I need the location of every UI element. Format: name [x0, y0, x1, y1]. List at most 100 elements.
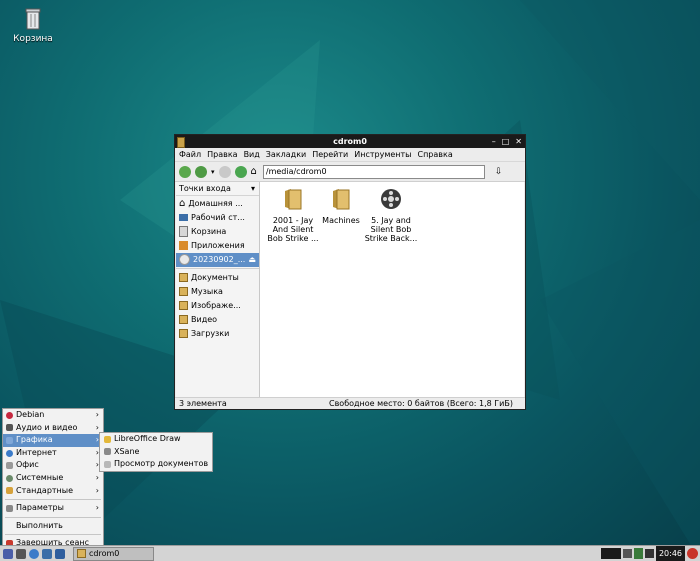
chevron-down-icon[interactable]: ▾ [251, 182, 255, 195]
sidebar-item-label: Документы [191, 272, 239, 282]
menu-item-label: Просмотр документов [114, 459, 209, 469]
sidebar-item-trash[interactable]: Корзина [176, 224, 259, 238]
folder-icon [179, 300, 188, 310]
menu-item-office[interactable]: Офис › [3, 459, 103, 472]
submenu-item-libreoffice-draw[interactable]: LibreOffice Draw [100, 433, 212, 446]
menu-item-debian[interactable]: Debian › [3, 409, 103, 422]
document-viewer-icon [104, 460, 111, 468]
chevron-right-icon: › [95, 485, 99, 495]
start-menu: Debian › Аудио и видео › Графика › Интернет… [2, 408, 104, 551]
menu-item-label: Системные [16, 472, 64, 482]
forward-arrow-icon[interactable] [195, 165, 207, 178]
sidebar-item-label: Приложения [191, 241, 245, 251]
sidebar-item-documents[interactable]: Документы [176, 270, 259, 284]
volume-icon[interactable] [644, 549, 654, 558]
menu-item-settings[interactable]: Параметры › [3, 502, 103, 515]
menu-item-internet[interactable]: Интернет › [3, 447, 103, 460]
sidebar-header-label: Точки входа [179, 184, 231, 193]
sidebar-item-label: Загрузки [191, 329, 230, 339]
menu-item-graphics[interactable]: Графика › [3, 434, 103, 447]
go-icon[interactable]: ⇩ [495, 167, 503, 177]
menu-item-label: Офис [16, 460, 39, 470]
window-titlebar[interactable]: cdrom0 – □ ✕ [175, 135, 525, 148]
sidebar-item-music[interactable]: Музыка [176, 284, 259, 298]
sidebar-item-label: Изображе... [191, 300, 241, 310]
chevron-right-icon: › [95, 503, 99, 513]
minimize-icon[interactable]: – [492, 135, 496, 148]
menu-bookmarks[interactable]: Закладки [266, 148, 306, 161]
file-item[interactable]: 5. Jay and Silent Bob Strike Back... [363, 187, 419, 243]
menu-item-system[interactable]: Системные › [3, 472, 103, 485]
system-tray: 20:46 [600, 546, 700, 561]
sidebar-header[interactable]: Точки входа ▾ [176, 182, 259, 196]
submenu-item-xsane[interactable]: XSane [100, 446, 212, 459]
home-icon[interactable]: ⌂ [251, 166, 257, 177]
sidebar-item-downloads[interactable]: Загрузки [176, 327, 259, 341]
clipboard-icon[interactable] [633, 548, 643, 559]
menu-divider [5, 499, 101, 501]
sidebar-item-videos[interactable]: Видео [176, 313, 259, 327]
folder-icon [177, 137, 185, 148]
graphics-submenu: LibreOffice Draw XSane Просмотр документ… [99, 432, 213, 472]
desktop-trash-label: Корзина [13, 34, 53, 44]
sidebar-divider [176, 267, 259, 269]
sidebar-item-home[interactable]: ⌂ Домашняя ... [176, 196, 259, 210]
sidebar-item-desktop[interactable]: Рабочий ст... [176, 210, 259, 224]
file-manager-icon[interactable] [42, 548, 52, 559]
desktop-trash[interactable]: Корзина [8, 6, 58, 44]
start-menu-icon[interactable] [3, 548, 13, 559]
accessories-icon [6, 487, 13, 495]
menu-file[interactable]: Файл [179, 148, 201, 161]
sidebar-item-pictures[interactable]: Изображе... [176, 298, 259, 312]
taskbar-window-button[interactable]: cdrom0 [73, 546, 154, 561]
file-view[interactable]: 2001 - Jay And Silent Bob Strike ... Mac… [260, 182, 524, 398]
menu-view[interactable]: Вид [244, 148, 260, 161]
sidebar-item-label: Музыка [191, 286, 223, 296]
file-item-label: Machines [322, 216, 360, 225]
close-icon[interactable]: ✕ [515, 135, 522, 148]
tray-spacer [600, 548, 621, 559]
menu-item-label: Выполнить [16, 520, 63, 530]
menu-item-label: Аудио и видео [16, 422, 78, 432]
chevron-right-icon: › [95, 472, 99, 482]
menu-item-audio-video[interactable]: Аудио и видео › [3, 422, 103, 435]
folder-icon [179, 315, 188, 325]
xsane-icon [104, 448, 111, 456]
audio-video-icon [6, 424, 13, 432]
file-item[interactable]: Machines [313, 187, 369, 225]
menu-item-accessories[interactable]: Стандартные › [3, 485, 103, 498]
menu-tools[interactable]: Инструменты [354, 148, 411, 161]
back-arrow-icon[interactable] [179, 165, 191, 178]
menu-item-label: Графика [16, 435, 53, 445]
sidebar-item-label: Видео [191, 315, 218, 325]
folder-icon [179, 286, 188, 296]
menu-item-run[interactable]: Выполнить [3, 520, 103, 533]
browser-icon[interactable] [29, 548, 39, 559]
menubar: Файл Правка Вид Закладки Перейти Инструм… [175, 148, 525, 162]
sidebar-item-label: Корзина [191, 226, 227, 236]
home-icon: ⌂ [179, 197, 186, 209]
menu-help[interactable]: Справка [417, 148, 452, 161]
eject-icon[interactable]: ⏏ [248, 255, 256, 264]
sidebar-item-cdrom[interactable]: 20230902_... ⏏ [176, 252, 259, 267]
network-icon[interactable] [622, 549, 632, 558]
reload-icon[interactable] [218, 165, 231, 178]
debian-icon [6, 411, 13, 419]
sidebar-item-applications[interactable]: Приложения [176, 239, 259, 253]
internet-icon [6, 449, 13, 457]
clock[interactable]: 20:46 [655, 546, 685, 561]
show-desktop-icon[interactable] [55, 548, 65, 559]
up-arrow-icon[interactable] [234, 165, 247, 178]
menu-edit[interactable]: Правка [207, 148, 237, 161]
menu-go[interactable]: Перейти [312, 148, 348, 161]
submenu-item-document-viewer[interactable]: Просмотр документов [100, 458, 212, 471]
terminal-icon[interactable] [16, 548, 26, 559]
address-bar[interactable]: /media/cdrom0 [262, 164, 485, 179]
chevron-right-icon: › [95, 410, 99, 419]
folder-icon [77, 549, 86, 558]
maximize-icon[interactable]: □ [502, 135, 510, 148]
chevron-down-icon[interactable]: ▾ [211, 168, 215, 176]
power-icon[interactable] [687, 548, 698, 559]
menu-item-label: Стандартные [16, 485, 74, 495]
settings-icon [6, 504, 13, 512]
